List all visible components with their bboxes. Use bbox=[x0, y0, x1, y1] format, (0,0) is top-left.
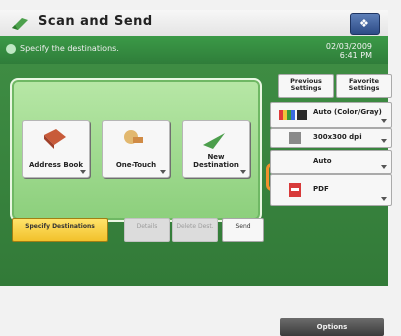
scan-and-send-screen: Scan and Send ❖ Specify the destinations… bbox=[0, 0, 401, 336]
tab-send[interactable]: Send bbox=[222, 218, 264, 242]
address-book-button[interactable]: Address Book bbox=[22, 120, 90, 178]
tab-specify-label: Specify Destinations bbox=[25, 223, 95, 230]
date-text: 02/03/2009 bbox=[325, 42, 372, 51]
system-status-button[interactable]: ❖ bbox=[350, 13, 380, 35]
main-area: Address Book One-Touch New Destination P… bbox=[0, 64, 392, 336]
arrow-icon bbox=[381, 165, 387, 169]
info-icon bbox=[6, 44, 16, 54]
previous-settings-button[interactable]: Previous Settings bbox=[278, 74, 334, 98]
tab-delete-label: Delete Dest. bbox=[176, 223, 214, 230]
previous-settings-label: Previous Settings bbox=[290, 77, 322, 92]
color-mode-label: Auto (Color/Gray) bbox=[313, 108, 382, 116]
tab-details-label: Details bbox=[136, 223, 158, 230]
one-touch-icon bbox=[124, 130, 143, 144]
tab-details[interactable]: Details bbox=[124, 218, 170, 242]
favorite-settings-button[interactable]: Favorite Settings bbox=[336, 74, 392, 98]
destination-panel: Address Book One-Touch New Destination bbox=[10, 78, 262, 222]
instruction-text: Specify the destinations. bbox=[20, 44, 119, 53]
title-bar: Scan and Send ❖ bbox=[0, 10, 388, 37]
arrow-icon bbox=[381, 139, 387, 143]
one-touch-button[interactable]: One-Touch bbox=[102, 120, 170, 178]
page-title: Scan and Send bbox=[38, 14, 153, 29]
favorite-settings-label: Favorite Settings bbox=[348, 77, 380, 92]
one-touch-label: One-Touch bbox=[115, 161, 157, 169]
new-destination-icon bbox=[203, 133, 225, 149]
file-format-button[interactable]: PDF bbox=[270, 174, 392, 206]
pdf-icon bbox=[289, 183, 301, 197]
arrow-icon bbox=[240, 170, 246, 174]
auto-label: Auto bbox=[313, 157, 332, 165]
color-mode-button[interactable]: Auto (Color/Gray) bbox=[270, 102, 392, 128]
new-destination-label: New Destination bbox=[193, 153, 239, 169]
instruction-bar: Specify the destinations. 02/03/2009 6:4… bbox=[0, 36, 388, 64]
arrow-icon bbox=[381, 197, 387, 201]
address-book-label: Address Book bbox=[28, 161, 84, 169]
resolution-button[interactable]: 300x300 dpi bbox=[270, 128, 392, 148]
cube-icon: ❖ bbox=[359, 17, 369, 30]
address-book-icon bbox=[44, 129, 66, 149]
color-icon bbox=[279, 110, 307, 120]
tab-send-label: Send bbox=[235, 223, 251, 230]
resolution-label: 300x300 dpi bbox=[313, 133, 362, 141]
tab-specify-destinations[interactable]: Specify Destinations bbox=[12, 218, 108, 242]
arrow-icon bbox=[381, 119, 387, 123]
arrow-icon bbox=[80, 170, 86, 174]
time-text: 6:41 PM bbox=[339, 51, 372, 60]
scanner-icon bbox=[12, 18, 28, 30]
new-destination-button[interactable]: New Destination bbox=[182, 120, 250, 178]
options-button[interactable]: Options bbox=[280, 318, 384, 336]
date-time: 02/03/2009 6:41 PM bbox=[326, 42, 372, 60]
arrow-icon bbox=[160, 170, 166, 174]
resolution-icon bbox=[289, 132, 301, 144]
auto-button[interactable]: Auto bbox=[270, 150, 392, 174]
file-format-label: PDF bbox=[313, 185, 329, 193]
tab-delete-dest[interactable]: Delete Dest. bbox=[172, 218, 218, 242]
